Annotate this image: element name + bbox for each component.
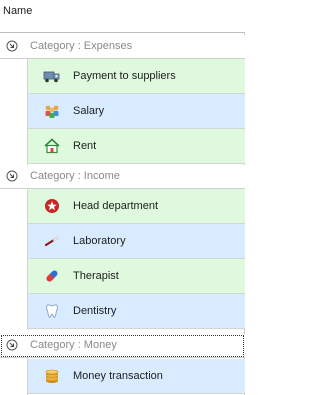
header-divider: [0, 32, 245, 33]
coin-stack-icon: [43, 368, 61, 384]
group-label: Category : Expenses: [30, 40, 133, 52]
list-item[interactable]: Rent: [28, 129, 245, 164]
list-item[interactable]: Head department: [28, 189, 245, 224]
people-group-icon: [43, 103, 61, 119]
test-tube-icon: [43, 233, 61, 249]
group-label: Category : Income: [30, 170, 120, 182]
category-grid: Name Category : Expenses Payment to supp…: [0, 0, 245, 395]
item-label: Head department: [73, 200, 158, 212]
item-label: Money transaction: [73, 370, 163, 382]
item-label: Payment to suppliers: [73, 70, 176, 82]
list-item[interactable]: Laboratory: [28, 224, 245, 259]
group-row-income[interactable]: Category : Income: [0, 165, 245, 189]
group-indent: [0, 358, 28, 395]
house-icon: [43, 138, 61, 154]
group-indent: [0, 189, 28, 330]
capsule-pill-icon: [43, 268, 61, 284]
item-label: Rent: [73, 140, 97, 152]
group-indent: [0, 59, 28, 165]
tooth-icon: [43, 303, 61, 319]
group-row-expenses[interactable]: Category : Expenses: [0, 35, 245, 59]
collapse-toggle-icon[interactable]: [6, 40, 18, 52]
group-label: Category : Money: [30, 339, 117, 351]
collapse-toggle-icon[interactable]: [6, 170, 18, 182]
red-star-badge-icon: [43, 198, 61, 214]
item-label: Therapist: [73, 270, 119, 282]
collapse-toggle-icon[interactable]: [6, 339, 18, 351]
column-header[interactable]: Name: [0, 0, 245, 33]
list-item[interactable]: Therapist: [28, 259, 245, 294]
list-item[interactable]: Salary: [28, 94, 245, 129]
column-header-name: Name: [3, 5, 33, 17]
item-label: Dentistry: [73, 305, 117, 317]
delivery-truck-icon: [43, 68, 61, 84]
list-item[interactable]: Payment to suppliers: [28, 59, 245, 94]
group-row-money[interactable]: Category : Money: [0, 334, 245, 358]
list-item[interactable]: Money transaction: [28, 359, 245, 394]
item-label: Laboratory: [73, 235, 126, 247]
item-label: Salary: [73, 105, 105, 117]
list-item[interactable]: Dentistry: [28, 294, 245, 329]
